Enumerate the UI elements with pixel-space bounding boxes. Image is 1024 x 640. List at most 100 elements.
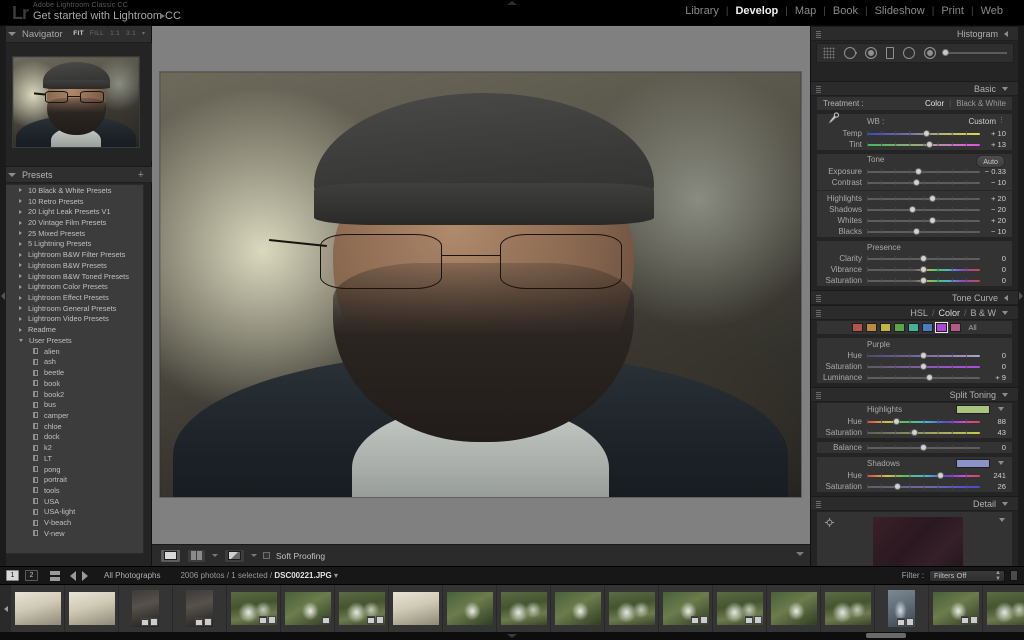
filmstrip-thumbnail[interactable] xyxy=(281,585,335,632)
tint-slider[interactable] xyxy=(867,140,980,149)
filmstrip-thumbnail[interactable] xyxy=(713,585,767,632)
image-canvas[interactable] xyxy=(152,26,810,544)
develop-badge-icon[interactable] xyxy=(906,618,914,626)
radial-filter-icon[interactable] xyxy=(903,47,915,59)
slider-row-blacks[interactable]: Blacks − 10 xyxy=(817,226,1012,237)
slider-row-shadows[interactable]: Shadows − 20 xyxy=(817,204,1012,215)
slider-row-split-sh-hue[interactable]: Hue 241 xyxy=(817,470,1012,481)
module-slideshow[interactable]: Slideshow xyxy=(868,5,932,17)
preset-collapsed-arrow-icon[interactable] xyxy=(19,295,22,300)
preset-group[interactable]: Lightroom Color Presets xyxy=(5,281,143,292)
crop-overlay-icon[interactable] xyxy=(823,47,835,59)
hsl-swatch-red[interactable] xyxy=(852,323,864,332)
hsl-title-hsl[interactable]: HSL xyxy=(910,308,928,318)
module-map[interactable]: Map xyxy=(788,5,823,17)
filmstrip-thumbnail[interactable] xyxy=(11,585,65,632)
slider-row-whites[interactable]: Whites + 20 xyxy=(817,215,1012,226)
preset-group[interactable]: 10 Black & White Presets xyxy=(5,185,143,196)
split-toning-header[interactable]: Split Toning xyxy=(811,387,1018,402)
preset-collapsed-arrow-icon[interactable] xyxy=(19,231,22,236)
preset-item[interactable]: alien xyxy=(5,346,143,357)
exposure-slider[interactable] xyxy=(867,167,980,176)
detail-preview-thumbnail[interactable] xyxy=(873,517,963,566)
go-back-arrow-icon[interactable] xyxy=(70,570,76,581)
develop-badge-icon[interactable] xyxy=(969,616,978,624)
spot-removal-icon[interactable] xyxy=(844,47,857,59)
split-sh-sat-slider[interactable] xyxy=(867,482,980,491)
crop-badge-icon[interactable] xyxy=(366,616,375,624)
split-hl-hue-slider[interactable] xyxy=(867,417,980,426)
compare-view-caret-icon[interactable] xyxy=(212,554,218,557)
auto-tone-button[interactable]: Auto xyxy=(976,155,1005,168)
top-collapse-arrow[interactable] xyxy=(507,1,517,5)
preset-item[interactable]: camper xyxy=(5,410,143,421)
hsl-disclosure-icon[interactable] xyxy=(1002,310,1008,315)
preset-group[interactable]: Lightroom B&W Filter Presets xyxy=(5,249,143,260)
preset-group[interactable]: 20 Vintage Film Presets xyxy=(5,217,143,228)
preset-collapsed-arrow-icon[interactable] xyxy=(19,274,22,279)
hsl-luminance-slider[interactable] xyxy=(867,373,980,382)
preset-item[interactable]: dock xyxy=(5,432,143,443)
monitor-1-button[interactable]: 1 xyxy=(6,570,19,581)
develop-badge-icon[interactable] xyxy=(375,616,384,624)
preset-item[interactable]: USA-light xyxy=(5,507,143,518)
split-shadows-swatch[interactable] xyxy=(956,459,990,468)
filmstrip-thumbnail[interactable] xyxy=(119,585,173,632)
detail-disclosure-icon[interactable] xyxy=(1002,501,1008,506)
white-balance-eyedropper-icon[interactable] xyxy=(825,112,839,130)
filmstrip-collapse-arrow-icon[interactable] xyxy=(507,634,517,638)
develop-badge-icon[interactable] xyxy=(150,618,158,626)
toolbar-options-caret-icon[interactable] xyxy=(796,552,804,556)
hsl-title-bw[interactable]: B & W xyxy=(970,308,996,318)
filmstrip-thumbnail[interactable] xyxy=(659,585,713,632)
preset-collapsed-arrow-icon[interactable] xyxy=(19,316,22,321)
navigator-thumbnail[interactable] xyxy=(12,56,140,148)
whites-slider[interactable] xyxy=(867,216,980,225)
slider-row-vibrance[interactable]: Vibrance 0 xyxy=(817,264,1012,275)
filmstrip-thumbnail[interactable] xyxy=(875,585,929,632)
document-menu-arrow-icon[interactable] xyxy=(160,13,165,19)
filter-preset-select[interactable]: Filters Off ▲ ▼ xyxy=(929,569,1005,582)
preset-collapsed-arrow-icon[interactable] xyxy=(19,241,22,246)
filmstrip[interactable] xyxy=(0,585,1024,632)
hsl-swatch-yellow[interactable] xyxy=(880,323,892,332)
split-hl-sat-slider[interactable] xyxy=(867,428,980,437)
preset-item[interactable]: USA xyxy=(5,496,143,507)
white-balance-stepper-icon[interactable]: ⋮ xyxy=(998,117,1005,125)
add-preset-icon[interactable]: + xyxy=(138,170,144,181)
detail-preview-caret-icon[interactable] xyxy=(999,518,1005,522)
saturation-slider[interactable] xyxy=(867,276,980,285)
preset-item[interactable]: V-new xyxy=(5,528,143,539)
hsl-swatch-magenta[interactable] xyxy=(950,323,962,332)
preset-collapsed-arrow-icon[interactable] xyxy=(19,263,22,268)
preset-collapsed-arrow-icon[interactable] xyxy=(19,284,22,289)
preset-group[interactable]: 25 Mixed Presets xyxy=(5,228,143,239)
slider-row-hsl-luminance[interactable]: Luminance + 9 xyxy=(817,372,1012,383)
histogram-disclosure-icon[interactable] xyxy=(1004,30,1008,37)
preset-group[interactable]: Lightroom Effect Presets xyxy=(5,292,143,303)
hsl-swatch-all[interactable]: All xyxy=(968,323,976,332)
filmstrip-thumbnail[interactable] xyxy=(227,585,281,632)
slider-row-hsl-saturation[interactable]: Saturation 0 xyxy=(817,361,1012,372)
navigator-disclosure-icon[interactable] xyxy=(8,32,16,36)
zoom-mode-caret-icon[interactable]: ▾ xyxy=(142,30,145,37)
preset-group[interactable]: Lightroom Video Presets xyxy=(5,314,143,325)
presets-disclosure-icon[interactable] xyxy=(8,172,16,177)
slider-row-split-hl-sat[interactable]: Saturation 43 xyxy=(817,427,1012,438)
module-develop[interactable]: Develop xyxy=(728,5,785,17)
before-after-view-icon[interactable] xyxy=(224,548,245,563)
preset-item[interactable]: chloe xyxy=(5,421,143,432)
split-toning-disclosure-icon[interactable] xyxy=(1002,392,1008,397)
before-after-caret-icon[interactable] xyxy=(251,554,257,557)
slider-row-saturation[interactable]: Saturation 0 xyxy=(817,275,1012,286)
tone-curve-header[interactable]: Tone Curve xyxy=(811,290,1018,305)
basic-disclosure-icon[interactable] xyxy=(1002,86,1008,91)
crop-badge-icon[interactable] xyxy=(321,616,330,624)
slider-row-temp[interactable]: Temp + 10 xyxy=(817,128,1012,139)
vibrance-slider[interactable] xyxy=(867,265,980,274)
detail-target-icon[interactable] xyxy=(825,518,834,527)
shadows-slider[interactable] xyxy=(867,205,980,214)
develop-badge-icon[interactable] xyxy=(699,616,708,624)
preset-collapsed-arrow-icon[interactable] xyxy=(19,327,22,332)
preset-collapsed-arrow-icon[interactable] xyxy=(19,306,22,311)
